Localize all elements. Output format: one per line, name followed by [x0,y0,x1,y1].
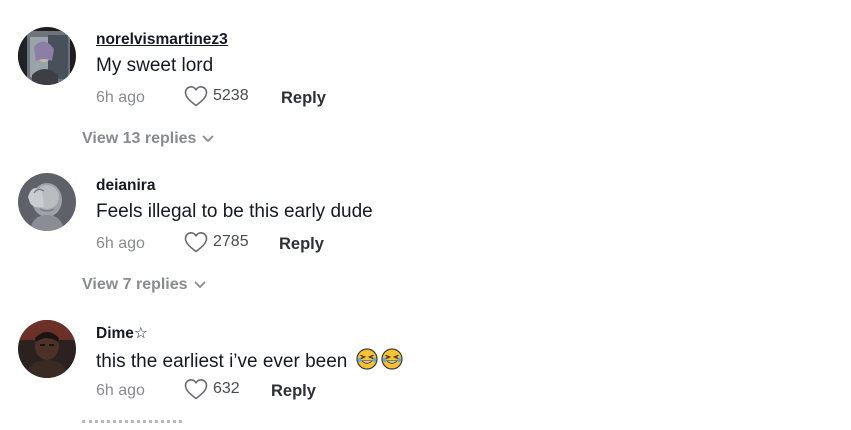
comment-username[interactable]: Dime☆ [96,324,148,343]
like-count: 5238 [213,87,249,104]
chevron-down-icon [194,281,206,289]
comment-timestamp: 6h ago [96,235,145,252]
grinning-squinting-tears-emoji [356,348,378,376]
view-replies-button[interactable]: View 7 replies [82,276,206,294]
reply-button[interactable]: Reply [281,89,326,108]
heart-outline-icon [184,378,208,400]
comment-timestamp: 6h ago [96,382,145,399]
reply-button[interactable]: Reply [271,382,316,401]
comment-username[interactable]: norelvismartinez3 [96,31,228,49]
like-count: 2785 [213,233,249,250]
avatar[interactable] [18,173,76,231]
like-button[interactable]: 5238 [184,85,249,107]
like-button[interactable]: 632 [184,378,240,400]
comment-text: this the earliest i’ve ever been [96,348,403,376]
like-button[interactable]: 2785 [184,231,249,253]
like-count: 632 [213,380,240,397]
comment-item: norelvismartinez3 My sweet lord 6h ago 5… [18,27,818,147]
comment-text: My sweet lord [96,55,214,76]
comment-text-content: this the earliest i’ve ever been [96,351,348,372]
grinning-squinting-tears-emoji [381,348,403,376]
chevron-down-icon [202,135,214,143]
comment-item: Dime☆ this the earliest i’ve ever been 6… [18,320,818,430]
comment-item: deianira Feels illegal to be this early … [18,173,818,293]
avatar[interactable] [18,27,76,85]
comment-username[interactable]: deianira [96,177,155,195]
avatar[interactable] [18,320,76,378]
reply-button[interactable]: Reply [279,235,324,254]
view-replies-label: View 13 replies [82,130,197,147]
heart-outline-icon [184,231,208,253]
view-replies-label: View 7 replies [82,276,188,293]
next-content-cutoff [82,420,192,426]
heart-outline-icon [184,85,208,107]
previous-content-cutoff [82,0,212,4]
comment-text: Feels illegal to be this early dude [96,201,373,222]
view-replies-button[interactable]: View 13 replies [82,130,214,148]
comment-timestamp: 6h ago [96,89,145,106]
